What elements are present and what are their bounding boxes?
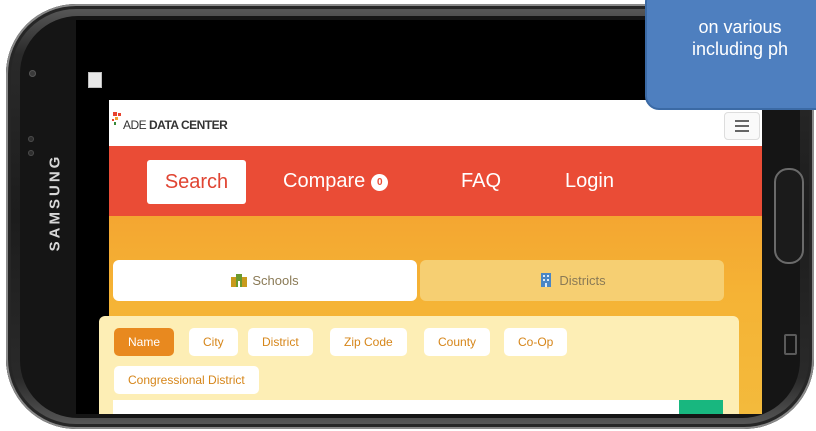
home-button[interactable] (774, 168, 804, 264)
tab-districts-label: Districts (559, 273, 606, 288)
search-submit-button[interactable] (679, 400, 723, 414)
brand-label: SAMSUNG (46, 153, 64, 252)
tab-districts[interactable]: Districts (420, 260, 724, 301)
back-button-icon[interactable] (784, 334, 797, 355)
callout-line-1: on various (698, 17, 782, 37)
logo-text-light: ADE (123, 118, 150, 132)
search-input[interactable] (113, 400, 679, 414)
nav-compare-label: Compare (283, 170, 366, 192)
filter-chip-congressional-district[interactable]: Congressional District (114, 366, 259, 394)
main-nav: Search Compare 0 FAQ Login (109, 146, 762, 216)
light-sensor (28, 150, 34, 156)
site-logo[interactable]: ADE DATA CENTER (123, 118, 228, 132)
hamburger-line (735, 120, 749, 122)
filter-chip-county[interactable]: County (424, 328, 491, 356)
hamburger-menu-button[interactable] (724, 112, 760, 140)
school-icon (231, 274, 248, 287)
callout-line-2: including ph (691, 39, 789, 59)
nav-login-link[interactable]: Login (565, 170, 614, 193)
hamburger-line (735, 125, 749, 127)
proximity-sensor (28, 136, 34, 142)
callout-box: on various including ph (645, 0, 816, 110)
compare-count-badge: 0 (371, 174, 389, 191)
device-brand: SAMSUNG (40, 120, 64, 290)
nav-faq-link[interactable]: FAQ (461, 170, 501, 193)
front-camera (29, 70, 36, 77)
tab-schools[interactable]: Schools (113, 260, 417, 301)
logo-text-bold: DATA CENTER (149, 118, 228, 132)
hamburger-line (735, 130, 749, 132)
filter-chip-district[interactable]: District (248, 328, 313, 356)
tab-schools-label: Schools (252, 273, 299, 288)
filter-chip-zip-code[interactable]: Zip Code (330, 328, 407, 356)
notification-icon (88, 72, 102, 88)
filter-panel: Name City District Zip Code County Co-Op… (99, 316, 739, 414)
nav-search-button[interactable]: Search (147, 160, 246, 204)
building-icon (541, 273, 552, 287)
nav-compare-link[interactable]: Compare 0 (283, 170, 389, 193)
filter-chip-city[interactable]: City (189, 328, 238, 356)
filter-chip-co-op[interactable]: Co-Op (504, 328, 568, 356)
filter-chip-name[interactable]: Name (114, 328, 175, 356)
